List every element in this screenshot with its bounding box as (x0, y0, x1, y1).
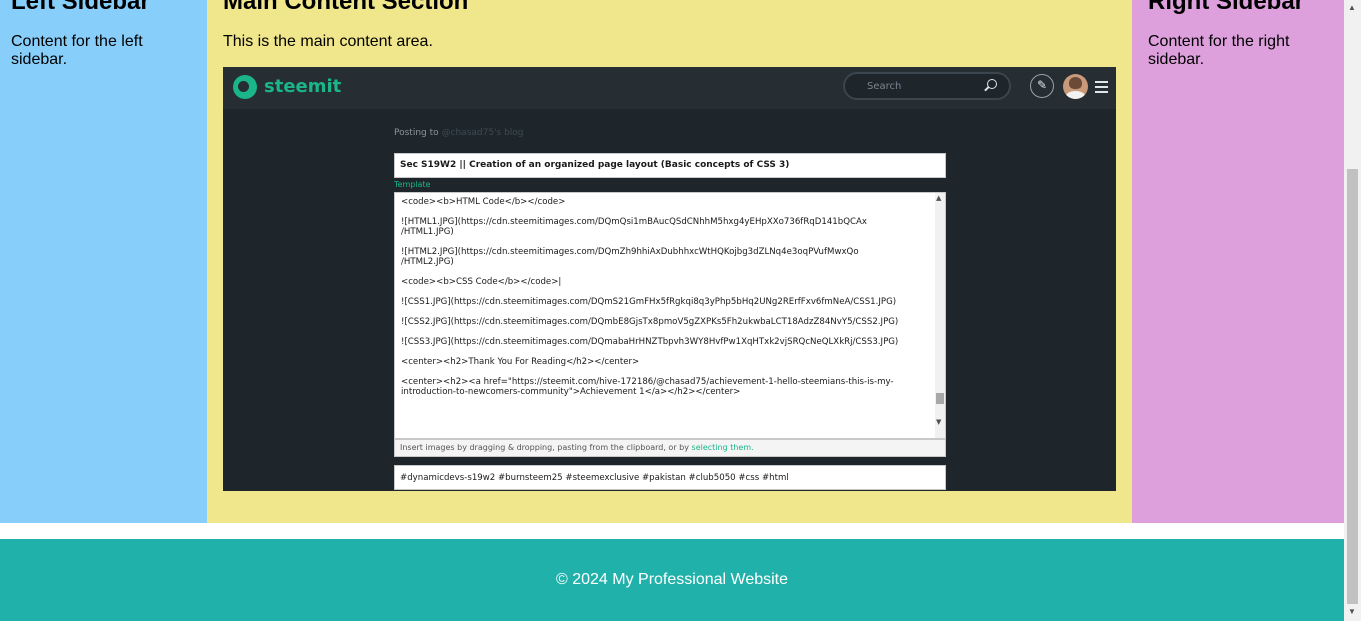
editor-line: <code><b>CSS Code</b></code>| (401, 277, 562, 287)
left-sidebar: Left Sidebar Content for the left sideba… (0, 0, 207, 523)
page-scrollbar[interactable]: ▲ ▼ (1344, 0, 1361, 621)
hint-text: Insert images by dragging & dropping, pa… (400, 443, 689, 452)
editor-line: ![HTML2.JPG](https://cdn.steemitimages.c… (401, 247, 859, 257)
footer: © 2024 My Professional Website (0, 539, 1344, 621)
template-label: Template (394, 180, 431, 189)
editor-line: <code><b>HTML Code</b></code> (401, 197, 566, 207)
search-box: Search (843, 72, 1011, 100)
hint-link: selecting them. (691, 443, 754, 452)
editor-line: ![CSS3.JPG](https://cdn.steemitimages.co… (401, 337, 899, 347)
steemit-logo-icon (233, 75, 257, 99)
search-icon (987, 79, 997, 89)
scroll-up-icon: ▲ (936, 194, 942, 202)
image-upload-hint: Insert images by dragging & dropping, pa… (394, 439, 946, 457)
editor-scrollbar: ▲ ▼ (935, 193, 945, 438)
editor-scroll-thumb (936, 393, 944, 404)
editor-line: ![CSS1.JPG](https://cdn.steemitimages.co… (401, 297, 897, 307)
editor-line: /HTML2.JPG) (401, 257, 454, 267)
posting-to-label: Posting to @chasad75's blog (394, 128, 524, 138)
scroll-down-arrow-icon[interactable]: ▼ (1348, 608, 1356, 616)
posting-target: @chasad75's blog (441, 128, 524, 138)
editor-line: <center><h2><a href="https://steemit.com… (401, 377, 894, 387)
menu-icon (1095, 81, 1108, 93)
editor-line: ![CSS2.JPG](https://cdn.steemitimages.co… (401, 317, 899, 327)
right-sidebar-text: Content for the right sidebar. (1148, 33, 1290, 68)
page-scroll-thumb[interactable] (1347, 169, 1358, 604)
editor-text: <code><b>HTML Code</b></code> ![HTML1.JPG… (401, 197, 931, 397)
pencil-icon: ✎ (1030, 74, 1054, 98)
right-sidebar: Right Sidebar Content for the right side… (1132, 0, 1344, 523)
posting-prefix: Posting to (394, 128, 439, 138)
steemit-logo-text: steemit (264, 76, 342, 97)
editor-line: <center><h2>Thank You For Reading</h2></… (401, 357, 640, 367)
left-sidebar-text: Content for the left sidebar. (11, 33, 143, 68)
post-body-editor: <code><b>HTML Code</b></code> ![HTML1.JPG… (394, 192, 946, 439)
scroll-up-arrow-icon[interactable]: ▲ (1348, 4, 1356, 12)
footer-text: © 2024 My Professional Website (555, 571, 789, 588)
main-content-title: Main Content Section (223, 0, 469, 15)
main-content-text: This is the main content area. (223, 33, 433, 50)
editor-line: ![HTML1.JPG](https://cdn.steemitimages.c… (401, 217, 867, 227)
search-placeholder: Search (867, 81, 902, 92)
editor-line: /HTML1.JPG) (401, 227, 454, 237)
scroll-down-icon: ▼ (936, 418, 942, 426)
avatar (1063, 74, 1088, 99)
editor-line: introduction-to-newcomers-community">Ach… (401, 387, 741, 397)
post-title-field: Sec S19W2 || Creation of an organized pa… (394, 153, 946, 178)
tags-field: #dynamicdevs-s19w2 #burnsteem25 #steemex… (394, 465, 946, 490)
left-sidebar-title: Left Sidebar (11, 0, 150, 15)
steemit-topbar: steemit Search ✎ (223, 67, 1116, 109)
right-sidebar-title: Right Sidebar (1148, 0, 1305, 15)
steemit-screenshot: steemit Search ✎ Posting to @chasad75's … (223, 67, 1116, 491)
